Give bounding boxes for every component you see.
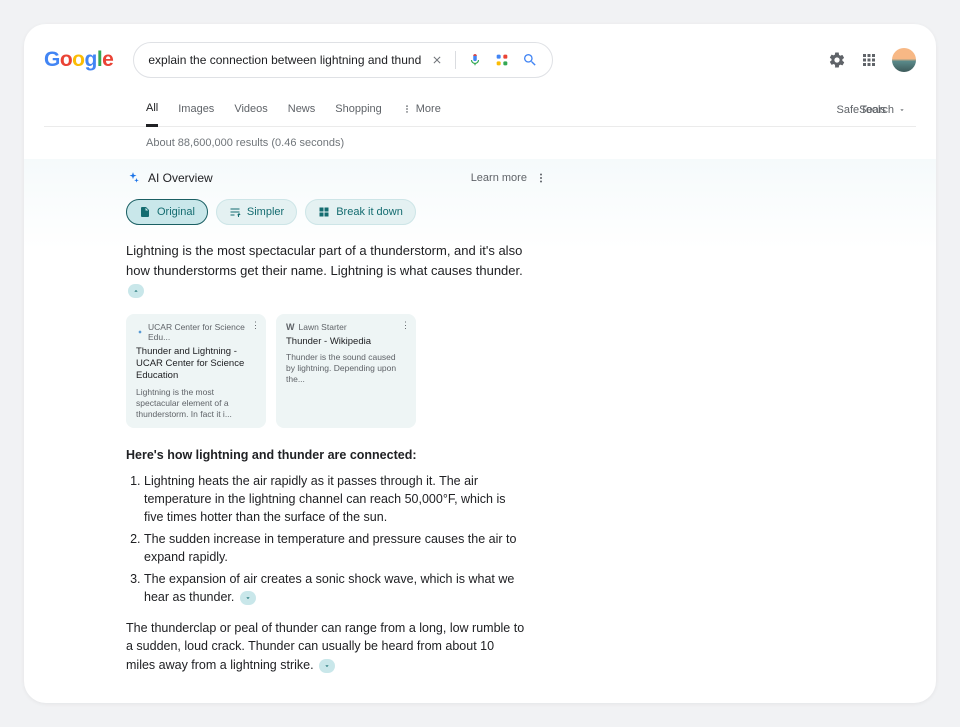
- logo-letter: e: [102, 48, 113, 72]
- avatar[interactable]: [892, 48, 916, 72]
- overview-right: Learn more: [471, 172, 547, 184]
- collapse-toggle[interactable]: [128, 284, 144, 298]
- settings-icon[interactable]: [828, 51, 846, 69]
- tab-videos[interactable]: Videos: [234, 95, 267, 125]
- google-logo[interactable]: G o o g l e: [44, 48, 113, 72]
- chip-label: Break it down: [336, 206, 403, 218]
- source-card[interactable]: ⋮ UCAR Center for Science Edu... Thunder…: [126, 314, 266, 428]
- safesearch-label: SafeSearch: [837, 104, 894, 116]
- chip-label: Original: [157, 206, 195, 218]
- search-input[interactable]: [148, 53, 421, 67]
- header-right: [828, 48, 916, 72]
- tab-all[interactable]: All: [146, 94, 158, 127]
- content-area: AI Overview Learn more Original Simpler: [24, 159, 936, 675]
- chip-breakdown[interactable]: Break it down: [305, 199, 416, 225]
- logo-letter: o: [60, 48, 72, 72]
- sparkle-icon: [126, 171, 140, 185]
- tab-more[interactable]: More: [402, 95, 441, 125]
- chip-original[interactable]: Original: [126, 199, 208, 225]
- more-label: More: [416, 103, 441, 115]
- card-source: UCAR Center for Science Edu...: [136, 322, 256, 342]
- ai-overview-header: AI Overview Learn more: [126, 171, 586, 185]
- card-snippet: Lightning is the most spectacular elemen…: [136, 387, 256, 420]
- breakdown-icon: [318, 206, 330, 218]
- card-menu-icon[interactable]: ⋮: [401, 320, 410, 331]
- wikipedia-w-icon: W: [286, 322, 295, 332]
- result-stats: About 88,600,000 results (0.46 seconds): [44, 127, 916, 159]
- flower-icon: [136, 328, 144, 336]
- tabs-row: All Images Videos News Shopping More Too…: [44, 94, 916, 127]
- closing-paragraph: The thunderclap or peal of thunder can r…: [126, 619, 526, 675]
- tab-images[interactable]: Images: [178, 95, 214, 125]
- more-dots-icon[interactable]: [535, 172, 547, 184]
- tab-shopping[interactable]: Shopping: [335, 95, 382, 125]
- logo-letter: G: [44, 48, 60, 72]
- card-source-text: Lawn Starter: [299, 322, 347, 332]
- tab-news[interactable]: News: [288, 95, 316, 125]
- safesearch-dropdown[interactable]: SafeSearch: [837, 104, 906, 116]
- document-icon: [139, 206, 151, 218]
- learn-more-link[interactable]: Learn more: [471, 172, 527, 184]
- card-title: Thunder and Lightning - UCAR Center for …: [136, 346, 256, 383]
- steps-list: Lightning heats the air rapidly as it pa…: [126, 472, 526, 607]
- card-title: Thunder - Wikipedia: [286, 336, 406, 348]
- browser-window: G o o g l e All Images Videos Ne: [24, 24, 936, 703]
- answer-lead: Lightning is the most spectacular part o…: [126, 241, 526, 300]
- search-box-icons: [431, 51, 538, 69]
- mic-icon[interactable]: [468, 53, 482, 67]
- expand-toggle[interactable]: [240, 591, 256, 605]
- lens-icon[interactable]: [494, 52, 510, 68]
- search-icon[interactable]: [522, 52, 538, 68]
- divider: [455, 51, 456, 69]
- step-item: The expansion of air creates a sonic sho…: [144, 570, 526, 606]
- card-menu-icon[interactable]: ⋮: [251, 320, 260, 331]
- chip-row: Original Simpler Break it down: [126, 199, 586, 225]
- step-text: The expansion of air creates a sonic sho…: [144, 572, 514, 604]
- logo-letter: o: [72, 48, 84, 72]
- section-heading: Here's how lightning and thunder are con…: [126, 448, 586, 462]
- step-item: Lightning heats the air rapidly as it pa…: [144, 472, 526, 526]
- chip-label: Simpler: [247, 206, 284, 218]
- search-box[interactable]: [133, 42, 553, 78]
- chevron-down-icon: [244, 594, 252, 602]
- check-lines-icon: [229, 206, 241, 218]
- answer-lead-text: Lightning is the most spectacular part o…: [126, 243, 523, 278]
- chevron-down-icon: [898, 106, 906, 114]
- source-cards: ⋮ UCAR Center for Science Edu... Thunder…: [126, 314, 586, 428]
- logo-letter: g: [85, 48, 97, 72]
- chevron-up-icon: [132, 287, 140, 295]
- step-item: The sudden increase in temperature and p…: [144, 530, 526, 566]
- expand-toggle[interactable]: [319, 659, 335, 673]
- source-card[interactable]: ⋮ W Lawn Starter Thunder - Wikipedia Thu…: [276, 314, 416, 428]
- card-source: W Lawn Starter: [286, 322, 406, 332]
- card-snippet: Thunder is the sound caused by lightning…: [286, 352, 406, 385]
- header: G o o g l e: [44, 42, 916, 78]
- card-source-text: UCAR Center for Science Edu...: [148, 322, 256, 342]
- apps-icon[interactable]: [860, 51, 878, 69]
- chevron-down-icon: [323, 662, 331, 670]
- more-dots-icon: [402, 104, 412, 114]
- chip-simpler[interactable]: Simpler: [216, 199, 297, 225]
- ai-overview-label: AI Overview: [148, 171, 213, 185]
- clear-icon[interactable]: [431, 54, 443, 66]
